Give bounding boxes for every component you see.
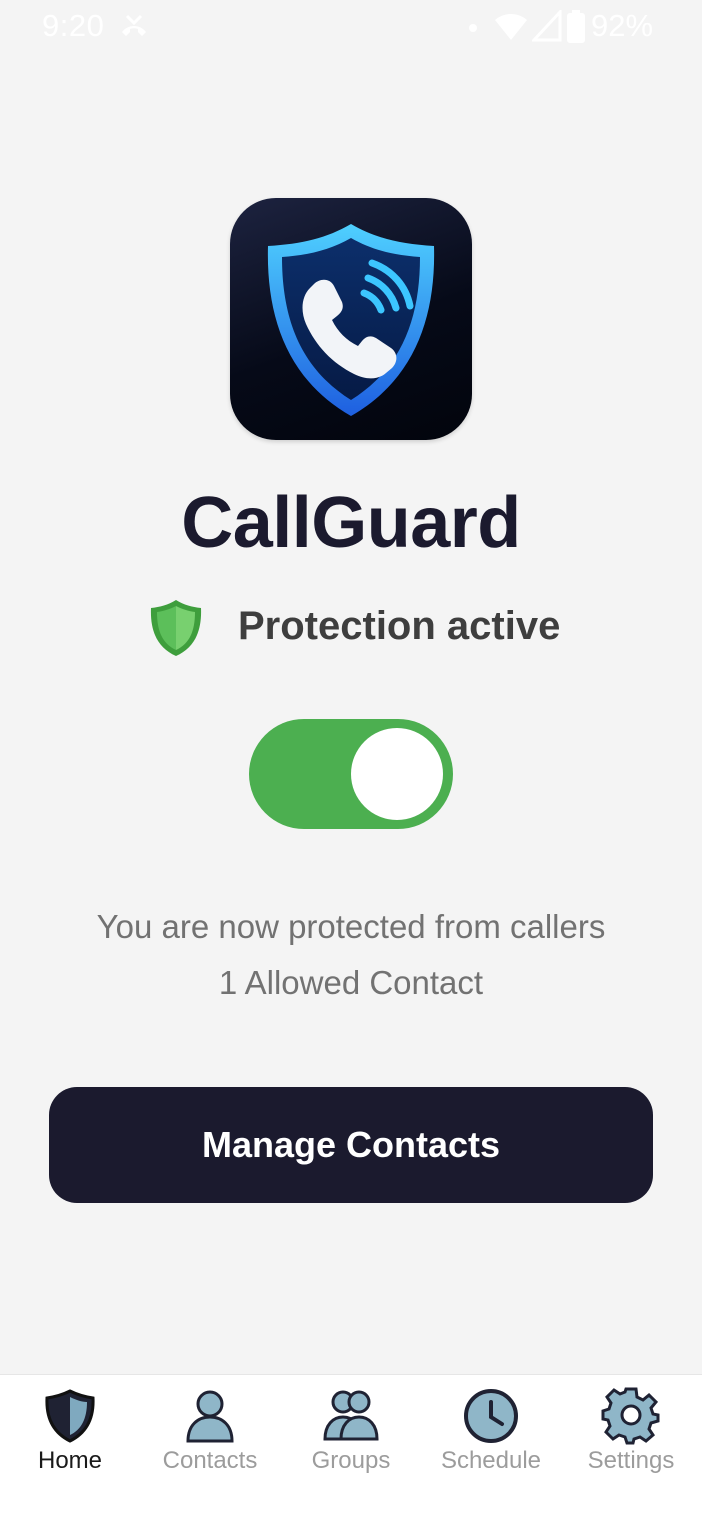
protection-message: You are now protected from callers xyxy=(96,908,606,945)
protection-toggle[interactable] xyxy=(249,719,453,829)
clock-icon xyxy=(461,1385,521,1445)
gear-icon xyxy=(601,1385,661,1445)
manage-contacts-button[interactable]: Manage Contacts xyxy=(49,1087,653,1203)
nav-label-groups: Groups xyxy=(311,1447,391,1474)
app-logo xyxy=(230,198,472,440)
signal-icon xyxy=(530,8,562,47)
group-icon xyxy=(321,1385,381,1445)
app-title: CallGuard xyxy=(181,483,521,563)
nav-label-home: Home xyxy=(37,1447,103,1474)
allowed-contacts-count: 1 Allowed Contact xyxy=(218,964,484,1001)
nav-item-groups[interactable]: Groups xyxy=(281,1375,421,1516)
status-time: 9:20 xyxy=(42,8,105,43)
nav-label-contacts: Contacts xyxy=(162,1447,258,1474)
status-bar: 9:20 92% xyxy=(0,0,702,56)
nav-item-contacts[interactable]: Contacts xyxy=(140,1375,280,1516)
battery-icon xyxy=(566,10,586,49)
wifi-icon xyxy=(494,10,528,47)
toggle-knob xyxy=(351,728,443,820)
nav-label-schedule: Schedule xyxy=(440,1447,542,1474)
battery-percent: 92% xyxy=(591,8,654,43)
shield-green-icon xyxy=(148,598,204,663)
missed-call-icon xyxy=(118,10,150,47)
bottom-navigation: Home Contacts Groups Schedule Settings xyxy=(0,1374,702,1516)
nav-item-home[interactable]: Home xyxy=(0,1375,140,1516)
protection-status-label: Protection active xyxy=(238,604,561,648)
nav-item-schedule[interactable]: Schedule xyxy=(421,1375,561,1516)
person-icon xyxy=(180,1385,240,1445)
shield-phone-icon xyxy=(267,224,435,416)
nav-item-settings[interactable]: Settings xyxy=(561,1375,701,1516)
nav-label-settings: Settings xyxy=(587,1447,675,1474)
dot-icon xyxy=(468,20,478,38)
shield-icon xyxy=(40,1385,100,1445)
